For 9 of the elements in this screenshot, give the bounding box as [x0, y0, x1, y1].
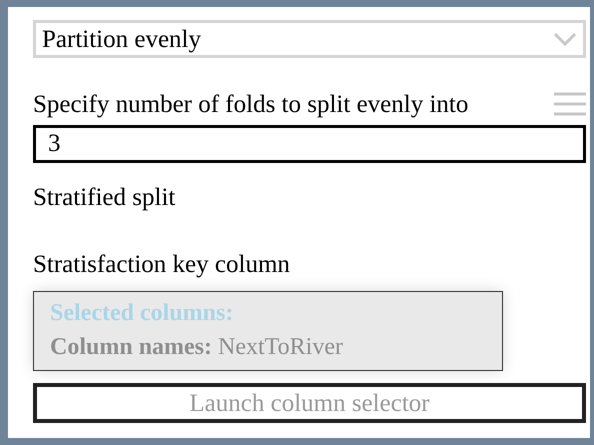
key-column-label: Stratisfaction key column: [33, 252, 290, 277]
column-names-text: Column names: NextToRiver: [50, 333, 343, 362]
chevron-down-icon: [553, 32, 577, 46]
folds-input-field[interactable]: 3: [33, 125, 586, 163]
selected-columns-title: Selected columns:: [50, 299, 234, 328]
folds-label: Specify number of folds to split evenly into: [33, 92, 468, 116]
drag-handle-icon: [554, 91, 586, 117]
stratified-split-label: Stratified split: [33, 185, 176, 210]
partition-dropdown[interactable]: Partition evenly: [33, 20, 586, 58]
